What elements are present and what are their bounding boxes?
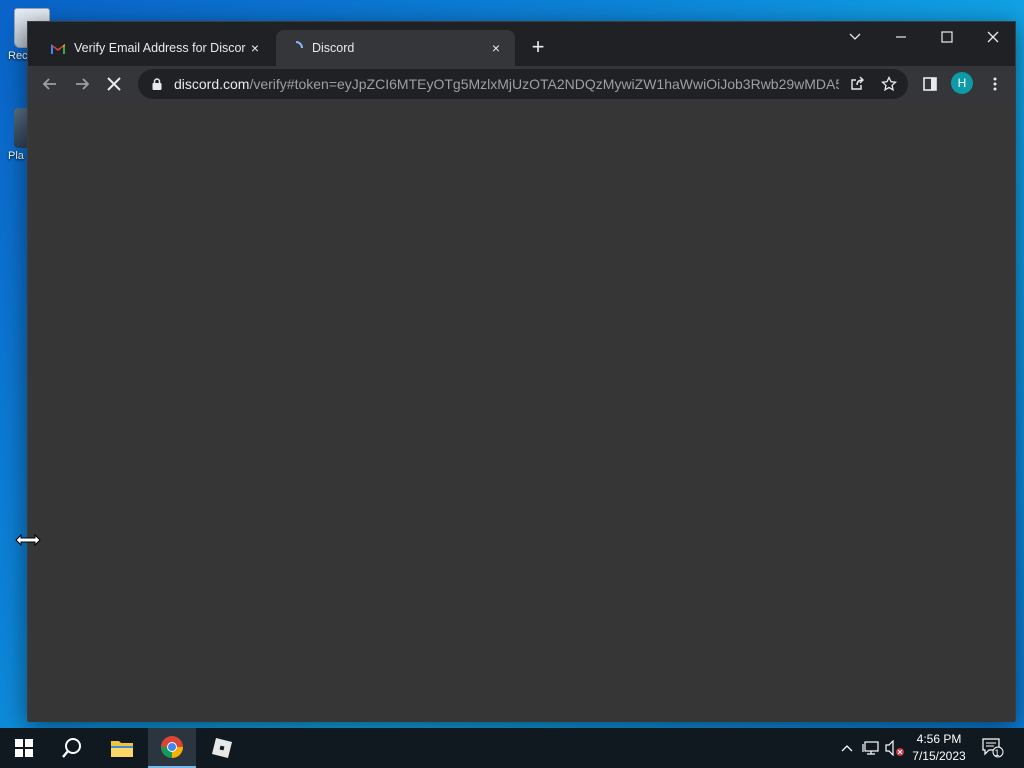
- chevron-down-icon: [849, 33, 861, 40]
- minimize-button[interactable]: [878, 22, 924, 52]
- maximize-icon: [941, 31, 953, 43]
- tab-discord[interactable]: Discord ×: [276, 30, 515, 66]
- tab-title: Discord: [312, 41, 355, 55]
- tab-search-button[interactable]: [832, 22, 878, 52]
- action-center-button[interactable]: 1: [980, 728, 1006, 768]
- forward-button[interactable]: [68, 70, 96, 98]
- tab-close-icon[interactable]: ×: [487, 39, 505, 57]
- start-button[interactable]: [0, 728, 48, 768]
- clock-time: 4:56 PM: [916, 732, 962, 746]
- taskbar-chrome[interactable]: [148, 728, 196, 768]
- clock-date: 7/15/2023: [912, 749, 966, 763]
- close-icon: [107, 77, 121, 91]
- url-text: discord.com/verify#token=eyJpZCI6MTEyOTg…: [174, 76, 839, 92]
- menu-button[interactable]: [981, 70, 1009, 98]
- page-content-area[interactable]: [28, 102, 1015, 722]
- chrome-icon: [161, 736, 183, 758]
- volume-button[interactable]: [884, 728, 906, 768]
- tray-overflow-button[interactable]: [838, 728, 856, 768]
- resize-cursor-icon: [15, 533, 41, 547]
- url-host: discord.com: [174, 76, 250, 92]
- taskbar-file-explorer[interactable]: [98, 728, 146, 768]
- close-icon: [987, 31, 999, 43]
- folder-icon: [111, 741, 133, 757]
- loading-spinner-icon: [288, 40, 304, 56]
- profile-avatar[interactable]: H: [951, 72, 973, 94]
- maximize-button[interactable]: [924, 22, 970, 52]
- bookmark-star-icon[interactable]: [880, 75, 898, 93]
- network-icon: [862, 741, 879, 755]
- side-panel-icon: [923, 77, 937, 91]
- system-clock[interactable]: 4:56 PM 7/15/2023: [906, 731, 972, 765]
- search-button[interactable]: [48, 728, 96, 768]
- volume-muted-icon: [885, 740, 904, 756]
- gmail-icon: [50, 40, 66, 56]
- url-path: /verify#token=eyJpZCI6MTEyOTg5MzlxMjUzOT…: [249, 76, 839, 92]
- stop-loading-button[interactable]: [100, 70, 128, 98]
- kebab-menu-icon: [993, 77, 997, 91]
- tab-close-icon[interactable]: ×: [246, 39, 264, 57]
- tab-strip: Verify Email Address for Discord × Disco…: [28, 22, 1015, 66]
- roblox-icon: [212, 738, 232, 758]
- taskbar-roblox[interactable]: [198, 728, 246, 768]
- search-icon: [62, 738, 81, 758]
- taskbar: 4:56 PM 7/15/2023 1: [0, 728, 1024, 768]
- minimize-icon: [896, 36, 906, 38]
- back-button[interactable]: [36, 70, 64, 98]
- browser-window: Verify Email Address for Discord × Disco…: [27, 21, 1016, 722]
- arrow-left-icon: [42, 78, 56, 90]
- new-tab-button[interactable]: +: [526, 36, 550, 60]
- browser-toolbar: discord.com/verify#token=eyJpZCI6MTEyOTg…: [28, 66, 1015, 102]
- notification-count: 1: [994, 748, 1000, 758]
- arrow-right-icon: [76, 78, 90, 90]
- close-window-button[interactable]: [970, 22, 1016, 52]
- windows-logo-icon: [15, 739, 33, 757]
- side-panel-button[interactable]: [916, 70, 944, 98]
- lock-icon: [152, 78, 162, 90]
- address-bar[interactable]: discord.com/verify#token=eyJpZCI6MTEyOTg…: [138, 69, 908, 99]
- network-button[interactable]: [860, 728, 882, 768]
- chevron-up-icon: [841, 745, 853, 752]
- tab-gmail[interactable]: Verify Email Address for Discord ×: [38, 30, 274, 66]
- tab-title: Verify Email Address for Discord: [74, 41, 246, 55]
- share-icon[interactable]: [848, 75, 866, 93]
